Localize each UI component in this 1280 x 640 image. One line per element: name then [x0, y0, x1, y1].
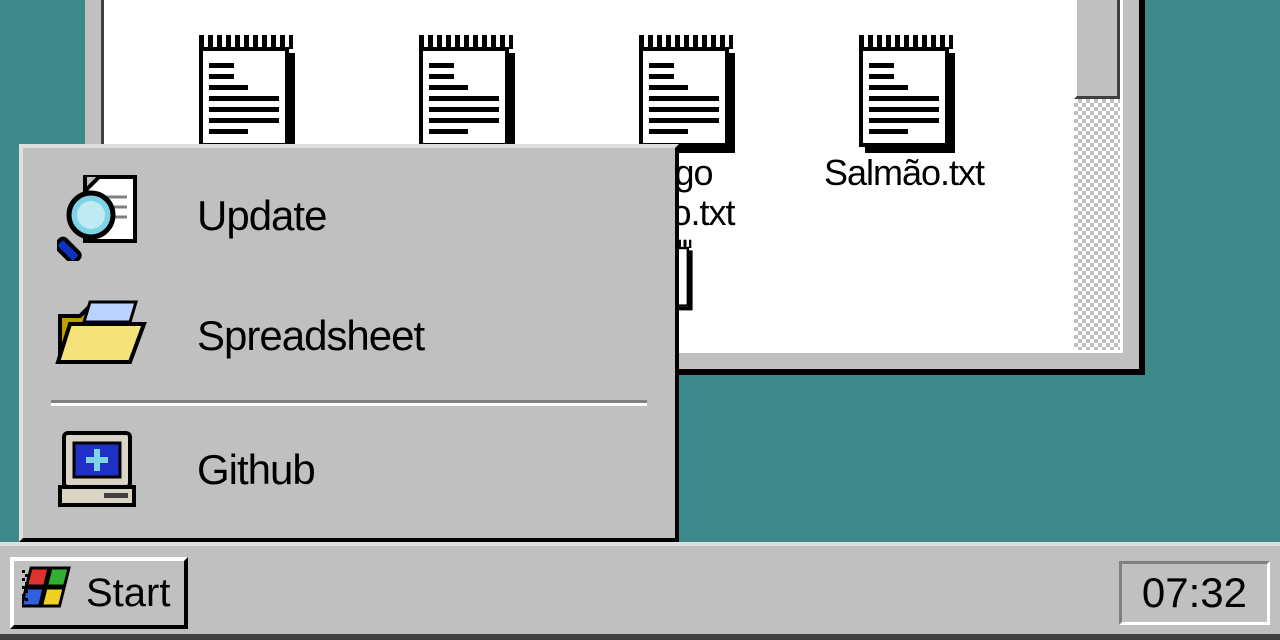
text-file-icon	[189, 29, 299, 149]
file-item[interactable]: Salmão.txt	[794, 29, 1014, 232]
open-folder-icon	[47, 296, 157, 376]
text-file-icon	[629, 29, 739, 149]
computer-icon	[47, 425, 157, 515]
start-button[interactable]: Start	[10, 557, 188, 629]
windows-logo-icon	[22, 564, 76, 622]
taskbar: Start 07:32	[0, 542, 1280, 640]
start-menu-label: Update	[197, 192, 326, 240]
start-menu-label: Github	[197, 446, 315, 494]
taskbar-clock[interactable]: 07:32	[1119, 561, 1270, 625]
start-button-label: Start	[86, 571, 170, 616]
scrollbar[interactable]	[1074, 0, 1120, 350]
scrollbar-thumb[interactable]	[1074, 0, 1120, 99]
find-document-icon	[47, 171, 157, 261]
start-menu-label: Spreadsheet	[197, 312, 424, 360]
clock-time: 07:32	[1142, 569, 1247, 617]
start-menu: Update Spreadsheet Github	[19, 144, 679, 542]
menu-separator	[51, 400, 647, 406]
start-menu-item-github[interactable]: Github	[23, 410, 675, 530]
text-file-icon	[849, 29, 959, 149]
start-menu-item-spreadsheet[interactable]: Spreadsheet	[23, 276, 675, 396]
file-label: Salmão.txt	[794, 153, 1014, 193]
start-menu-item-update[interactable]: Update	[23, 156, 675, 276]
text-file-icon	[409, 29, 519, 149]
